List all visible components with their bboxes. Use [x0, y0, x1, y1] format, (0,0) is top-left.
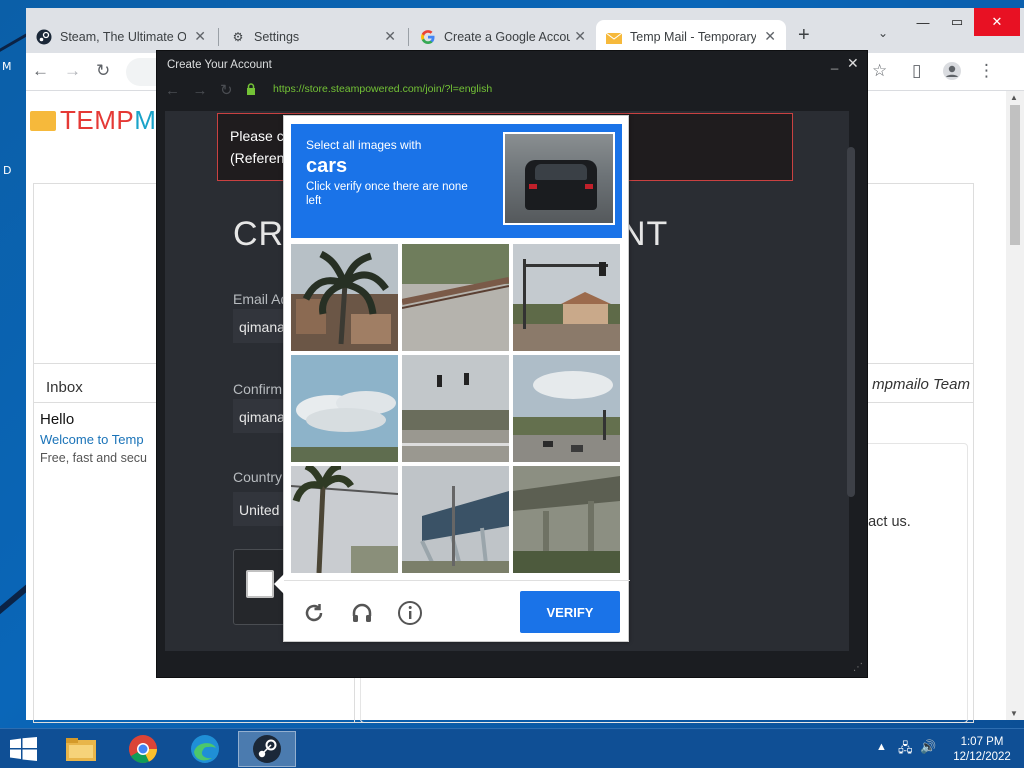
challenge-instruction: Click verify once there are none left: [306, 181, 468, 207]
reload-icon[interactable]: ↻: [220, 82, 233, 99]
logo-text: TEMP: [60, 105, 135, 135]
challenge-target: cars: [306, 155, 348, 177]
image-tile[interactable]: [291, 244, 398, 351]
url-text: https://store.steampowered.com/join/?l=e…: [273, 83, 493, 95]
tab-settings[interactable]: ⚙ Settings ✕: [220, 20, 406, 53]
taskbar: ▲ 🖧 🔊 1:07 PM 12/12/2022: [0, 728, 1024, 768]
verify-button[interactable]: VERIFY: [520, 591, 620, 633]
tab-google-account[interactable]: Create a Google Accoun ✕: [410, 20, 596, 53]
tempmail-icon: [606, 29, 622, 45]
tab-separator: [408, 28, 409, 46]
envelope-icon: [30, 111, 56, 131]
new-tab-button[interactable]: +: [798, 24, 810, 47]
tab-label: Steam, The Ultimate Onl: [60, 29, 186, 44]
close-icon[interactable]: ✕: [384, 28, 396, 45]
scrollbar-thumb[interactable]: [1010, 105, 1020, 245]
message-sender[interactable]: Hello: [40, 411, 74, 428]
google-icon: [420, 29, 436, 45]
desktop-icon-label[interactable]: D: [3, 164, 11, 177]
image-tile[interactable]: [402, 466, 509, 573]
inbox-label: Inbox: [46, 379, 83, 396]
volume-icon[interactable]: 🔊: [920, 739, 936, 755]
image-tile[interactable]: [402, 244, 509, 351]
tab-strip: Steam, The Ultimate Onl ✕ ⚙ Settings ✕ C…: [26, 8, 1024, 53]
chrome-icon[interactable]: [114, 731, 172, 767]
info-icon[interactable]: [396, 599, 424, 627]
steam-icon[interactable]: [238, 731, 296, 767]
close-icon[interactable]: ✕: [574, 28, 586, 45]
steam-scrollbar[interactable]: [847, 147, 855, 497]
tab-steam[interactable]: Steam, The Ultimate Onl ✕: [26, 20, 216, 53]
window-title: Create Your Account: [167, 59, 272, 71]
close-icon[interactable]: ✕: [764, 28, 776, 45]
file-explorer-icon[interactable]: [52, 731, 110, 767]
windows-logo-icon: [10, 737, 37, 761]
lock-icon: [247, 83, 255, 95]
forward-arrow-icon[interactable]: →: [193, 82, 208, 99]
page-scrollbar[interactable]: ▲ ▼: [1006, 91, 1024, 720]
sender-name: mpmailo Team: [872, 376, 970, 393]
image-tile[interactable]: [291, 466, 398, 573]
recaptcha-challenge: Select all images with cars Click verify…: [274, 115, 630, 642]
image-tile[interactable]: [513, 466, 620, 573]
challenge-footer: VERIFY: [284, 580, 630, 642]
tab-separator: [218, 28, 219, 46]
sample-car-image: [503, 132, 615, 225]
alert-text: Please c: [230, 128, 284, 144]
alert-text: (Referen: [230, 150, 285, 166]
gear-icon: ⚙: [232, 29, 244, 44]
back-arrow-icon[interactable]: ←: [165, 82, 180, 99]
steam-icon: [36, 29, 52, 45]
network-icon[interactable]: 🖧: [898, 739, 913, 761]
image-tile[interactable]: [291, 355, 398, 462]
minimize-button[interactable]: _: [831, 55, 838, 70]
recaptcha-checkbox[interactable]: [246, 570, 274, 598]
country-label: Country: [233, 469, 283, 485]
window-close-button[interactable]: ✕: [974, 8, 1020, 36]
close-icon[interactable]: ✕: [194, 28, 206, 45]
image-grid: [291, 244, 622, 575]
bookmark-star-icon[interactable]: ☆: [872, 61, 887, 81]
side-panel-icon[interactable]: ▯: [912, 61, 921, 81]
image-tile[interactable]: [402, 355, 509, 462]
chevron-down-icon[interactable]: ⌄: [878, 26, 888, 40]
tab-temp-mail[interactable]: Temp Mail - Temporary ✕: [596, 20, 786, 53]
back-arrow-icon[interactable]: ←: [32, 61, 49, 81]
image-tile[interactable]: [513, 244, 620, 351]
tempmail-logo: TEMPMA: [30, 105, 174, 136]
reload-challenge-icon[interactable]: [300, 599, 328, 627]
message-subject[interactable]: Welcome to Temp: [40, 432, 144, 447]
minimize-button[interactable]: —: [906, 8, 940, 36]
tab-label: Settings: [254, 29, 300, 44]
system-clock[interactable]: 1:07 PM 12/12/2022: [952, 735, 1012, 765]
desktop-icon-label[interactable]: M: [2, 60, 12, 73]
reload-icon[interactable]: ↻: [96, 61, 110, 81]
tab-label: Create a Google Accoun: [444, 29, 570, 44]
windows-start-button[interactable]: [10, 737, 38, 761]
scroll-up-icon[interactable]: ▲: [1010, 93, 1018, 102]
audio-challenge-icon[interactable]: [348, 599, 376, 627]
email-label: Email Ad: [233, 291, 289, 307]
tab-label: Temp Mail - Temporary: [630, 29, 756, 44]
resize-grip-icon[interactable]: ⋰: [853, 662, 863, 673]
maximize-button[interactable]: ▭: [940, 8, 974, 36]
confirm-email-label: Confirm: [233, 381, 283, 397]
edge-icon[interactable]: [176, 731, 234, 767]
image-tile[interactable]: [513, 355, 620, 462]
message-preview[interactable]: Free, fast and secu: [40, 451, 147, 465]
menu-kebab-icon[interactable]: ⋮: [978, 61, 995, 81]
nav-buttons: ← → ↻: [165, 81, 233, 99]
window-close-button[interactable]: ✕: [847, 55, 859, 72]
chevron-up-icon[interactable]: ▲: [876, 741, 887, 753]
challenge-prompt: Select all images with: [306, 138, 422, 152]
page-title: CR: [233, 215, 285, 253]
clock-time: 1:07 PM: [960, 736, 1004, 748]
profile-avatar-icon[interactable]: [942, 61, 962, 86]
forward-arrow-icon[interactable]: →: [64, 61, 81, 81]
clock-date: 12/12/2022: [953, 751, 1011, 763]
challenge-header: Select all images with cars Click verify…: [291, 124, 622, 238]
scroll-down-icon[interactable]: ▼: [1010, 709, 1018, 718]
